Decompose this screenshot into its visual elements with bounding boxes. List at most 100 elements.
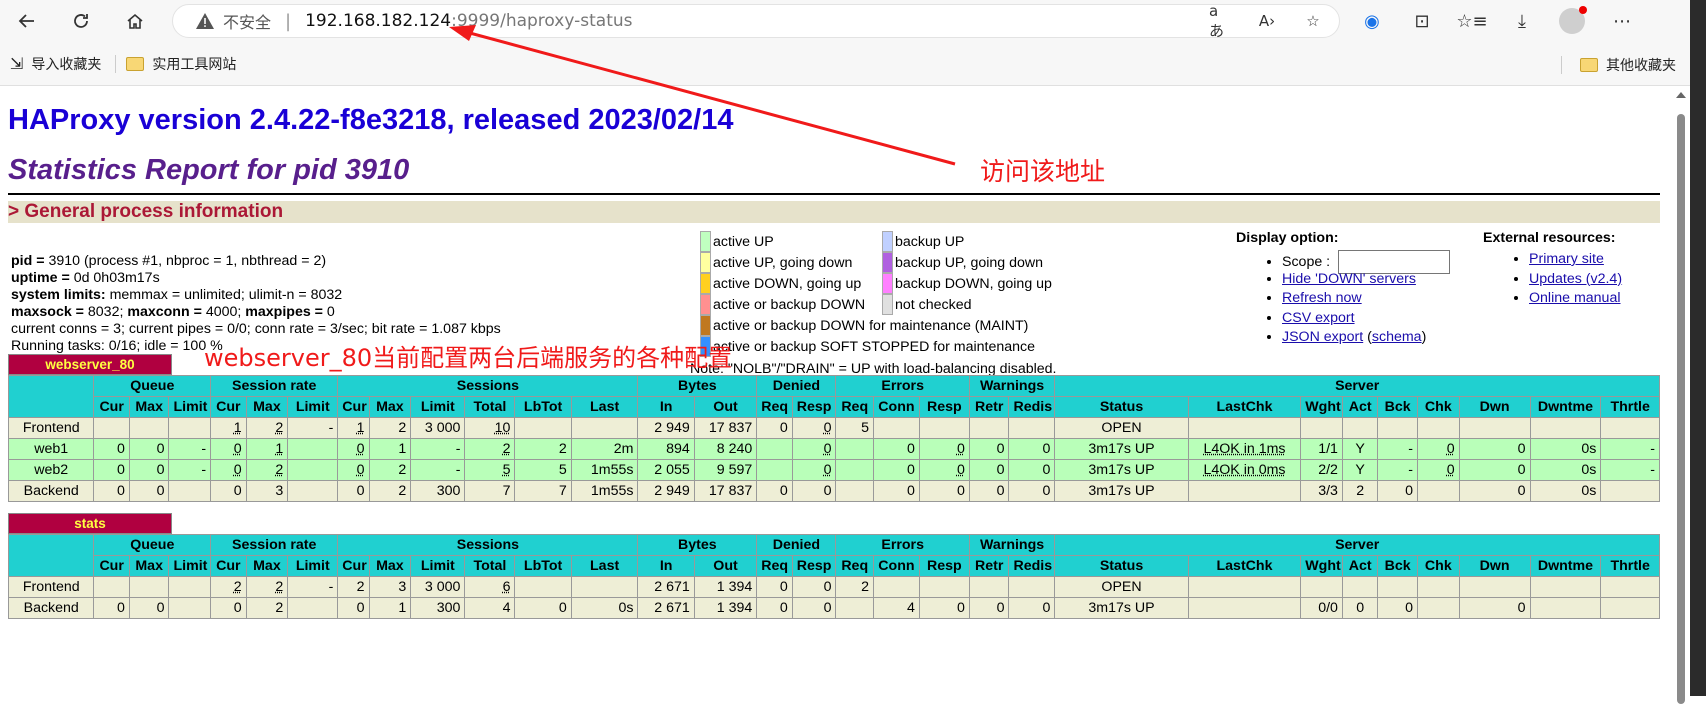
column-header: Cur — [210, 555, 247, 577]
collections-icon[interactable]: ☆≡ — [1456, 5, 1488, 37]
legend-swatch — [882, 252, 893, 273]
proxy-name-stats[interactable]: stats — [8, 513, 172, 534]
column-header: Status — [1054, 555, 1189, 577]
row-name[interactable]: Backend — [7, 480, 95, 502]
column-header: Dwn — [1458, 396, 1531, 418]
hide-down-servers-link[interactable]: Hide 'DOWN' servers — [1282, 271, 1416, 287]
json-export-link[interactable]: JSON export — [1282, 329, 1363, 345]
legend-swatch — [700, 294, 711, 315]
search-extension-icon[interactable]: ◉ — [1356, 5, 1388, 37]
table-cell: 2 — [245, 417, 289, 439]
table-cell: 0 — [1341, 597, 1379, 619]
table-cell: 0 — [918, 597, 970, 619]
row-name[interactable]: web1 — [7, 438, 95, 460]
legend-label: active UP — [713, 233, 774, 250]
column-header: Cur — [93, 396, 130, 418]
table-cell: 0 — [872, 480, 920, 502]
refresh-button[interactable] — [64, 4, 98, 38]
bookmark-other-folder[interactable]: 其他收藏夹 — [1561, 55, 1676, 75]
insecure-label: 不安全 — [223, 13, 272, 32]
proxy-name-webserver[interactable]: webserver_80 — [8, 354, 172, 375]
table-cell: 17 837 — [693, 480, 758, 502]
table-cell: 0 — [968, 438, 1010, 460]
profile-button[interactable] — [1556, 5, 1588, 37]
table-cell — [756, 459, 793, 481]
table-cell: 0 — [210, 438, 247, 460]
table-cell: 7 — [514, 480, 572, 502]
table-cell: 0 — [1008, 438, 1056, 460]
updates-link[interactable]: Updates (v2.4) — [1529, 271, 1622, 287]
column-header: Act — [1341, 555, 1379, 577]
column-header: Cur — [210, 396, 247, 418]
home-icon — [127, 13, 143, 29]
bookmark-import-favorites[interactable]: ⇲ 导入收藏夹 — [10, 54, 101, 74]
column-header: Req — [835, 555, 874, 577]
table-cell: 0 — [210, 459, 247, 481]
table-cell — [287, 480, 339, 502]
back-button[interactable] — [10, 4, 44, 38]
bookmark-label: 实用工具网站 — [152, 56, 237, 73]
column-header: Redis — [1008, 555, 1056, 577]
table-cell: 1 — [368, 438, 412, 460]
row-name[interactable]: Backend — [7, 597, 95, 619]
column-header: Req — [756, 396, 793, 418]
table-cell: 0 — [1416, 459, 1460, 481]
display-option-item: JSON export (schema) — [1282, 328, 1450, 348]
reader-mode-icon[interactable]: A› — [1255, 9, 1279, 33]
more-menu-icon[interactable]: ⋯ — [1606, 5, 1638, 37]
table-cell — [1529, 417, 1602, 439]
table-cell: OPEN — [1054, 576, 1189, 598]
table-cell — [287, 597, 339, 619]
column-header: Thrtle — [1600, 396, 1660, 418]
table-cell — [128, 417, 170, 439]
row-name[interactable]: Frontend — [7, 576, 95, 598]
scroll-thumb[interactable] — [1677, 114, 1685, 704]
row-name[interactable]: web2 — [7, 459, 95, 481]
maxconn-label: maxconn = — [127, 304, 206, 320]
section-title: > General process information — [8, 201, 1660, 223]
column-header: Limit — [410, 555, 466, 577]
legend-item: backup UP — [882, 231, 964, 252]
table-cell: 3m17s UP — [1054, 597, 1189, 619]
haproxy-stats-page: HAProxy version 2.4.22-f8e3218, released… — [0, 25, 1670, 696]
table-row: web1 0 0-0 1 0 1-2 2 2m 894 8 240 0 0 0 0 0 3m17s UP L4O… — [7, 438, 1660, 460]
column-header: Redis — [1008, 396, 1056, 418]
screenshot-icon[interactable]: ⊡ — [1406, 5, 1438, 37]
table-cell: 0 — [337, 459, 370, 481]
primary-site-link[interactable]: Primary site — [1529, 251, 1604, 267]
refresh-now-link[interactable]: Refresh now — [1282, 290, 1362, 306]
page-scrollbar[interactable] — [1674, 90, 1688, 704]
row-name[interactable]: Frontend — [7, 417, 95, 439]
table-cell: 2 — [514, 438, 572, 460]
home-button[interactable] — [118, 4, 152, 38]
table-cell: 3 — [245, 480, 289, 502]
table-cell: 2 — [337, 576, 370, 598]
address-bar[interactable]: 不安全 | 192.168.182.124 :9999/haproxy-stat… — [172, 2, 1340, 40]
legend-swatch — [700, 231, 711, 252]
column-header: Max — [128, 396, 170, 418]
table-cell: 3m17s UP — [1054, 438, 1189, 460]
schema-link[interactable]: schema — [1372, 329, 1422, 345]
column-header: In — [637, 555, 695, 577]
table-cell: 2 — [368, 459, 412, 481]
external-resource-item: Updates (v2.4) — [1529, 270, 1622, 290]
online-manual-link[interactable]: Online manual — [1529, 290, 1621, 306]
scroll-up-icon[interactable] — [1676, 92, 1686, 98]
table-cell: 1 — [368, 597, 412, 619]
column-header: Limit — [287, 396, 339, 418]
limits-label: system limits: — [11, 287, 106, 303]
read-aloud-text-icon[interactable]: aあ — [1209, 2, 1233, 40]
table-cell: Y — [1341, 459, 1379, 481]
table-cell: 1 — [337, 417, 370, 439]
external-resource-item: Online manual — [1529, 289, 1622, 309]
table-cell: 0 — [210, 480, 247, 502]
csv-export-link[interactable]: CSV export — [1282, 310, 1355, 326]
table-cell: 0 — [791, 417, 837, 439]
favorite-star-icon[interactable]: ☆ — [1301, 9, 1325, 33]
column-header: Dwntme — [1529, 396, 1602, 418]
table-cell: - — [168, 459, 212, 481]
download-icon[interactable]: ⤓ — [1506, 5, 1538, 37]
bookmark-tools-folder[interactable]: 实用工具网站 — [126, 54, 236, 74]
table-cell: 2 949 — [637, 417, 695, 439]
window-edge — [1690, 0, 1706, 696]
